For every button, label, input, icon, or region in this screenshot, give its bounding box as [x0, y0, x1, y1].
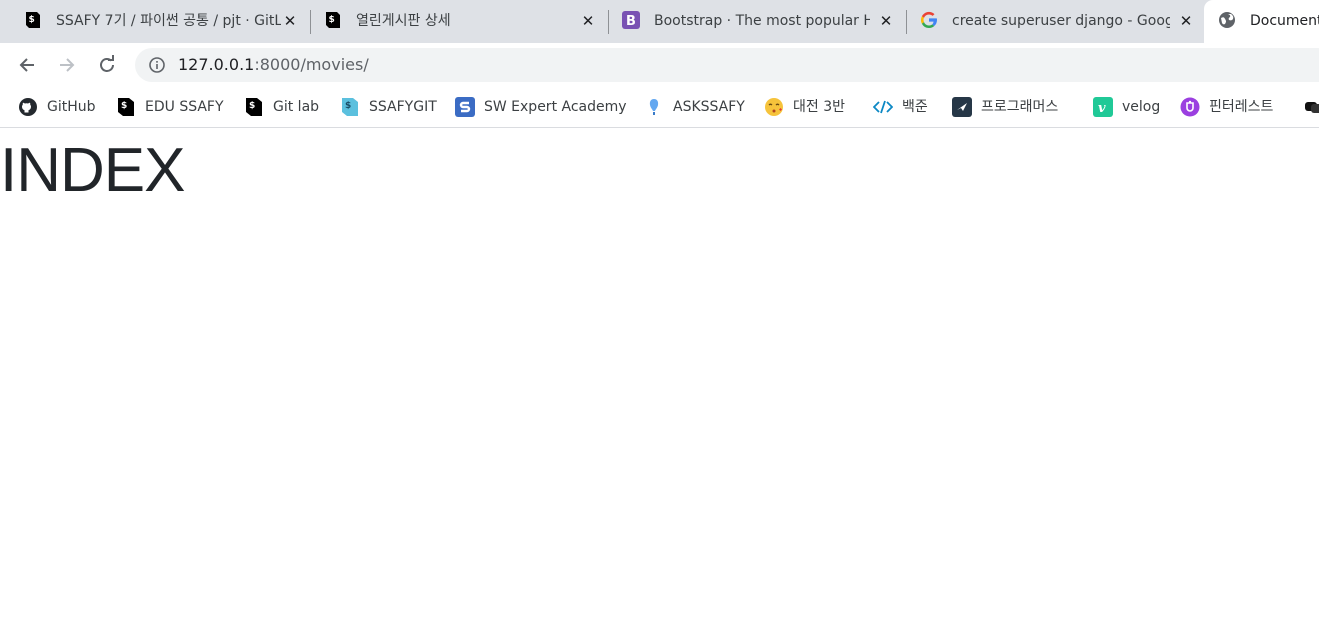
bookmark-label: 대전 3반	[793, 99, 845, 115]
bookmark-label: ASKSSAFY	[673, 99, 745, 115]
bootstrap-icon: B	[622, 11, 640, 29]
swea-icon	[455, 97, 475, 117]
tab-strip: $ SSAFY 7기 / 파이썬 공통 / pjt · GitLab ✕ $ 열…	[0, 0, 1319, 43]
svg-text:$: $	[29, 15, 35, 25]
reload-button[interactable]	[94, 52, 120, 78]
close-icon[interactable]: ✕	[580, 13, 596, 29]
url-path: :8000/movies/	[254, 55, 369, 74]
bookmark-gitlab[interactable]: $ Git lab	[244, 97, 319, 117]
bookmark-label: SSAFYGIT	[369, 99, 437, 115]
bookmark-github[interactable]: GitHub	[18, 97, 96, 117]
bookmark-label: SW Expert Academy	[484, 99, 627, 115]
address-bar[interactable]: 127.0.0.1:8000/movies/	[135, 48, 1319, 82]
bookmark-label: velog	[1122, 99, 1161, 115]
url-text[interactable]: 127.0.0.1:8000/movies/	[178, 55, 369, 75]
bookmark-pinterest[interactable]: 핀터레스트	[1180, 97, 1273, 117]
kiss-emoji-icon	[764, 97, 784, 117]
tab-board-detail[interactable]: $ 열린게시판 상세 ✕	[310, 0, 608, 43]
ssafy-icon: $	[326, 12, 340, 28]
bookmarks-bar: GitHub $ EDU SSAFY $ Git lab $ SSAFYGIT …	[0, 87, 1319, 128]
tab-ssafy-gitlab[interactable]: $ SSAFY 7기 / 파이썬 공통 / pjt · GitLab ✕	[10, 0, 310, 43]
arrow-right-icon	[60, 58, 75, 72]
bookmark-overflow[interactable]	[1303, 97, 1319, 117]
bookmark-sw-expert-academy[interactable]: SW Expert Academy	[455, 97, 627, 117]
svg-text:$: $	[329, 15, 335, 25]
browser-toolbar: 127.0.0.1:8000/movies/	[0, 43, 1319, 87]
ssafy-icon: $	[116, 97, 136, 117]
svg-text:$: $	[249, 101, 255, 111]
tab-title: Document	[1250, 13, 1319, 29]
bookmark-daejeon-3ban[interactable]: 대전 3반	[764, 97, 845, 117]
bookmark-label: Git lab	[273, 99, 320, 115]
bookmark-ssafygit[interactable]: $ SSAFYGIT	[340, 97, 437, 117]
bookmark-askssafy[interactable]: ASKSSAFY	[644, 97, 745, 117]
google-icon	[920, 11, 937, 29]
svg-text:$: $	[121, 101, 127, 111]
page-heading: INDEX	[0, 136, 185, 205]
tab-title: Bootstrap · The most popular HTML, CSS, …	[654, 13, 870, 29]
bookmark-velog[interactable]: v velog	[1093, 97, 1160, 117]
close-icon[interactable]: ✕	[282, 13, 298, 29]
tab-document[interactable]: Document	[1204, 0, 1319, 43]
url-host: 127.0.0.1	[178, 55, 255, 74]
tab-title: 열린게시판 상세	[356, 13, 451, 29]
info-icon[interactable]	[149, 57, 165, 73]
ssafygit-icon: $	[340, 97, 360, 117]
bookmark-baekjoon[interactable]: 백준	[873, 97, 928, 117]
tab-title: SSAFY 7기 / 파이썬 공통 / pjt · GitLab	[56, 13, 281, 29]
back-button[interactable]	[14, 52, 40, 78]
bookmark-edu-ssafy[interactable]: $ EDU SSAFY	[116, 97, 224, 117]
close-icon[interactable]: ✕	[1178, 13, 1194, 29]
svg-text:$: $	[345, 101, 351, 111]
svg-text:B: B	[626, 14, 636, 29]
ssafy-icon: $	[26, 12, 40, 28]
bookmark-programmers[interactable]: 프로그래머스	[952, 97, 1058, 117]
bookmark-label: EDU SSAFY	[145, 99, 224, 115]
programmers-icon	[952, 97, 972, 117]
forward-button[interactable]	[54, 52, 80, 78]
velog-icon: v	[1093, 97, 1113, 117]
tab-bootstrap[interactable]: B Bootstrap · The most popular HTML, CSS…	[608, 0, 906, 43]
bookmark-label: GitHub	[47, 99, 96, 115]
bookmark-label: 백준	[902, 99, 928, 115]
close-icon[interactable]: ✕	[878, 13, 894, 29]
bookmark-label: 핀터레스트	[1209, 99, 1274, 115]
pinterest-icon	[1180, 97, 1200, 117]
reload-icon	[100, 55, 114, 72]
code-brackets-icon	[873, 97, 893, 117]
arrow-left-icon	[19, 58, 34, 72]
chat-bubble-icon	[1303, 97, 1319, 117]
tab-title: create superuser django - Google 검색	[952, 13, 1170, 29]
globe-icon	[1219, 12, 1235, 28]
ssafy-icon: $	[244, 97, 264, 117]
svg-text:v: v	[1098, 101, 1106, 116]
askssafy-icon	[644, 97, 664, 117]
github-icon	[18, 97, 38, 117]
bookmark-label: 프로그래머스	[981, 99, 1059, 115]
tab-google-search[interactable]: create superuser django - Google 검색 ✕	[906, 0, 1204, 43]
